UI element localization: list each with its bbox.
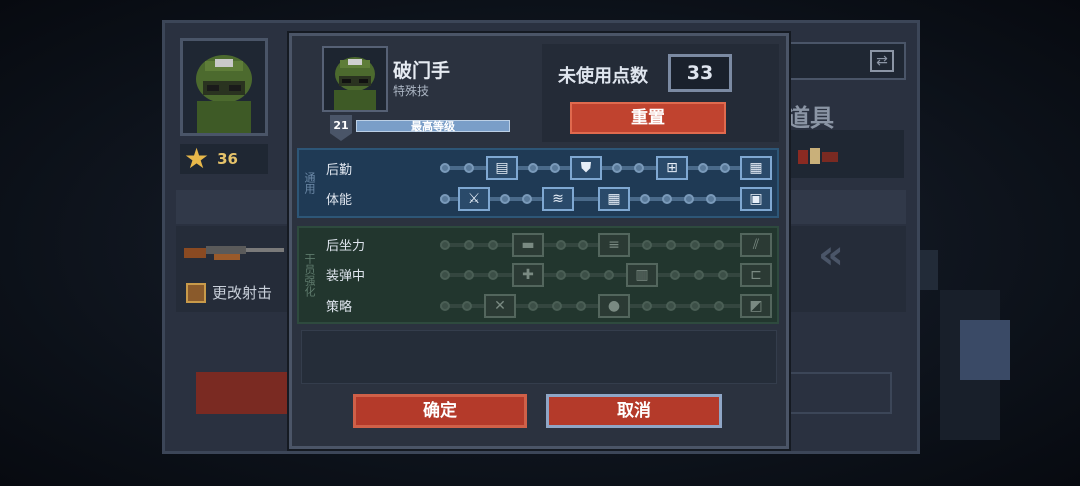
track-node [662, 194, 672, 204]
track-node [528, 301, 538, 311]
row-label-recoil: 后坐力 [326, 239, 366, 254]
star-count: 36 [217, 150, 238, 168]
background-loadout-field: ⇄ [786, 42, 906, 80]
unused-points-label: 未使用点数 [558, 66, 648, 87]
ammo-icon [798, 148, 838, 164]
items-title: 道具 [786, 104, 834, 132]
track-node [500, 194, 510, 204]
unused-points-value: 33 [668, 54, 732, 92]
perk-reload-plus-icon[interactable]: ✚ [512, 263, 544, 287]
perk-supply-icon[interactable]: ▦ [740, 156, 772, 180]
perk-medkit-icon[interactable]: ⊞ [656, 156, 688, 180]
description-box [301, 330, 777, 384]
level-text: 最高等级 [411, 120, 455, 133]
perk-barrel-icon[interactable]: ≡ [598, 233, 630, 257]
track-node [604, 270, 614, 280]
game-scene: ★ 36 更改射击 ⇄ 道具 « 破门手 特殊技 21 最高等级 未使用点数 3… [0, 0, 1080, 486]
rifle-icon [184, 246, 284, 260]
perk-grid-icon[interactable]: ▦ [598, 187, 630, 211]
row-label-stamina: 体能 [326, 193, 353, 208]
track-node [690, 240, 700, 250]
scenery-post [920, 250, 938, 290]
reset-button[interactable]: 重置 [570, 102, 726, 134]
track-node [642, 301, 652, 311]
perk-pack-icon[interactable]: ▣ [740, 187, 772, 211]
row-label-reloading: 装弹中 [326, 269, 366, 284]
perk-ammo-icon[interactable]: ▤ [486, 156, 518, 180]
perk-rifle-icon[interactable]: ⊏ [740, 263, 772, 287]
general-section: 通用 [297, 148, 779, 218]
bullets-icon [186, 282, 206, 303]
track-node [522, 194, 532, 204]
chevron-left-icon: « [818, 232, 844, 278]
general-section-tab: 通用 [303, 172, 316, 194]
track-node [640, 194, 650, 204]
track-node [666, 301, 676, 311]
perk-shield-icon[interactable]: ◩ [740, 294, 772, 318]
track-node [488, 270, 498, 280]
track-node [440, 240, 450, 250]
character-name: 破门手 [393, 60, 451, 82]
cancel-button[interactable]: 取消 [546, 394, 722, 428]
change-shoot-link: 更改射击 [186, 282, 272, 303]
track-node [684, 194, 694, 204]
track-node [642, 240, 652, 250]
background-red-button [196, 372, 296, 414]
confirm-button[interactable]: 确定 [353, 394, 527, 428]
track-node [440, 301, 450, 311]
perk-melee-icon[interactable]: ⚔ [458, 187, 490, 211]
track-node [694, 270, 704, 280]
star-icon: ★ [184, 142, 210, 175]
perk-magazine-icon[interactable]: ▥ [626, 263, 658, 287]
character-portrait [322, 46, 388, 112]
track-node [440, 163, 450, 173]
track-node [670, 270, 680, 280]
track-node [464, 240, 474, 250]
perk-gun-icon[interactable]: ▬ [512, 233, 544, 257]
track-node [612, 163, 622, 173]
track-node [698, 163, 708, 173]
track-node [488, 240, 498, 250]
perk-crossed-icon[interactable]: ✕ [484, 294, 516, 318]
row-label-tactics: 策略 [326, 300, 353, 315]
track-node [528, 163, 538, 173]
track-node [706, 194, 716, 204]
track-node [718, 270, 728, 280]
swap-icon: ⇄ [870, 50, 894, 72]
background-portrait [180, 38, 268, 136]
perk-bullets-icon[interactable]: ⫽ [740, 233, 772, 257]
rank-stars: ★ 36 [180, 144, 268, 174]
track-node [720, 163, 730, 173]
track-node [464, 270, 474, 280]
track-node [550, 163, 560, 173]
track-node [578, 240, 588, 250]
scenery-box [960, 320, 1010, 380]
track-node [462, 301, 472, 311]
track-node [440, 270, 450, 280]
perk-grenade-icon[interactable]: ● [598, 294, 630, 318]
track-node [464, 163, 474, 173]
row-label-logistics: 后勤 [326, 163, 353, 178]
perk-sprint-icon[interactable]: ≋ [542, 187, 574, 211]
track-node [556, 270, 566, 280]
track-node [556, 240, 566, 250]
track-node [634, 163, 644, 173]
track-node [690, 301, 700, 311]
character-subtitle: 特殊技 [393, 84, 430, 98]
track-node [576, 301, 586, 311]
track-node [440, 194, 450, 204]
track-node [714, 240, 724, 250]
track-node [666, 240, 676, 250]
change-shoot-text: 更改射击 [212, 284, 273, 302]
background-bottom-field [786, 372, 892, 414]
track-node [714, 301, 724, 311]
perk-armor-plus-icon[interactable]: ⛊ [570, 156, 602, 180]
track-node [580, 270, 590, 280]
track-node [552, 301, 562, 311]
operator-section-tab: 干员强化 [303, 253, 316, 297]
